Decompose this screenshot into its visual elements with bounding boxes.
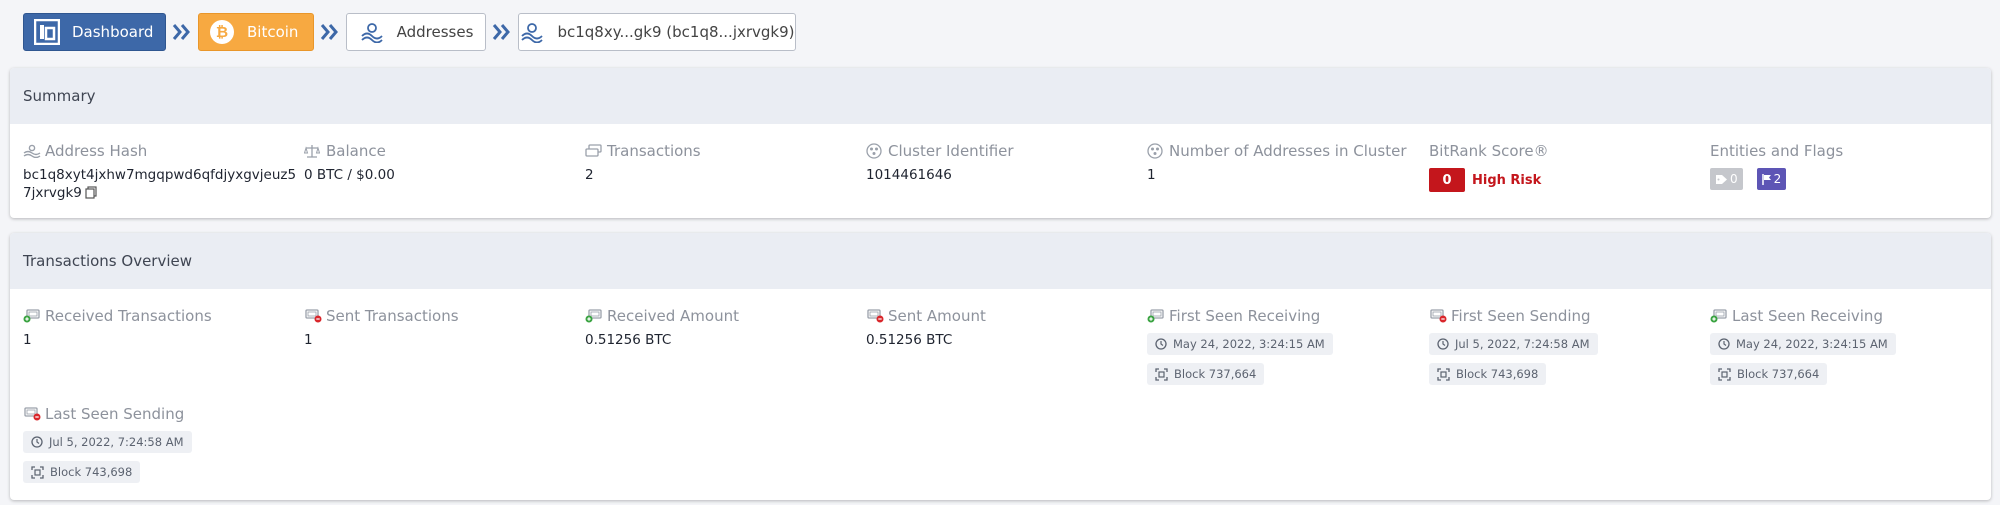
bitrank-score-badge[interactable]: 0	[1429, 168, 1465, 192]
date-pill[interactable]: May 24, 2022, 3:24:15 AM	[1710, 333, 1896, 355]
address-icon	[359, 19, 385, 45]
transactions-icon	[585, 143, 605, 159]
block-icon	[1155, 367, 1168, 381]
received-icon	[1710, 308, 1730, 324]
scale-icon	[304, 143, 324, 159]
bitrank-field: BitRank Score® 0 High Risk	[1429, 142, 1549, 192]
cluster-icon	[1147, 143, 1167, 159]
summary-card: Summary Address Hash bc1q8xyt4jxhw7mgqpw…	[10, 68, 1991, 218]
clock-icon	[31, 436, 43, 448]
clock-icon	[1155, 338, 1167, 350]
balance-value: 0 BTC / $0.00	[304, 167, 395, 183]
clock-icon	[1718, 338, 1730, 350]
chevron-double-right-icon	[170, 13, 194, 51]
flag-icon	[1761, 173, 1771, 185]
received-transactions-field: Received Transactions 1	[23, 307, 212, 348]
address-hash-value: bc1q8xyt4jxhw7mgqpwd6qfdjyxgvjeuz57jxrvg…	[23, 167, 297, 201]
block-pill[interactable]: Block 743,698	[1429, 363, 1547, 385]
balance-field: Balance 0 BTC / $0.00	[304, 142, 395, 183]
first-seen-receiving-field: First Seen Receiving May 24, 2022, 3:24:…	[1147, 307, 1333, 385]
chevron-double-right-icon	[490, 13, 514, 51]
block-icon	[1437, 367, 1450, 381]
overview-title: Transactions Overview	[10, 233, 1991, 289]
sent-icon	[304, 308, 324, 324]
sent-amount-value: 0.51256 BTC	[866, 332, 953, 348]
breadcrumb-addresses-label: Addresses	[396, 23, 474, 41]
svg-text:₿: ₿	[216, 23, 228, 41]
block-pill[interactable]: Block 737,664	[1710, 363, 1828, 385]
last-seen-sending-field: Last Seen Sending Jul 5, 2022, 7:24:58 A…	[23, 405, 192, 483]
breadcrumb-current-address[interactable]: bc1q8xy...gk9 (bc1q8...jxrvgk9)	[518, 13, 796, 51]
clock-icon	[1437, 338, 1449, 350]
first-seen-sending-field: First Seen Sending Jul 5, 2022, 7:24:58 …	[1429, 307, 1598, 385]
entities-badge[interactable]: 0	[1710, 168, 1743, 190]
breadcrumb-dashboard[interactable]: Dashboard	[23, 13, 166, 51]
addresses-in-cluster-value: 1	[1147, 167, 1156, 183]
date-pill[interactable]: Jul 5, 2022, 7:24:58 AM	[23, 431, 192, 453]
entities-flags-field: Entities and Flags 0 2	[1710, 142, 1843, 190]
sent-icon	[866, 308, 886, 324]
breadcrumb-current-label: bc1q8xy...gk9 (bc1q8...jxrvgk9)	[557, 23, 795, 41]
received-icon	[1147, 308, 1167, 324]
breadcrumb-addresses[interactable]: Addresses	[346, 13, 486, 51]
address-hash-field: Address Hash bc1q8xyt4jxhw7mgqpwd6qfdjyx…	[23, 142, 298, 204]
address-icon	[519, 19, 545, 45]
chevron-double-right-icon	[318, 13, 342, 51]
breadcrumb: Dashboard ₿ Bitcoin Addresses bc1q8xy...…	[23, 13, 796, 51]
received-amount-field: Received Amount 0.51256 BTC	[585, 307, 739, 348]
summary-title: Summary	[10, 68, 1991, 124]
breadcrumb-bitcoin-label: Bitcoin	[247, 23, 299, 41]
block-icon	[31, 465, 44, 479]
tag-icon	[1716, 174, 1727, 184]
addresses-in-cluster-field: Number of Addresses in Cluster 1	[1147, 142, 1407, 183]
copy-icon[interactable]	[85, 186, 97, 204]
flags-badge[interactable]: 2	[1756, 168, 1787, 190]
date-pill[interactable]: May 24, 2022, 3:24:15 AM	[1147, 333, 1333, 355]
cluster-icon	[866, 143, 886, 159]
block-pill[interactable]: Block 743,698	[23, 461, 141, 483]
sent-icon	[23, 406, 43, 422]
received-amount-value: 0.51256 BTC	[585, 332, 672, 348]
received-icon	[585, 308, 605, 324]
date-pill[interactable]: Jul 5, 2022, 7:24:58 AM	[1429, 333, 1598, 355]
received-icon	[23, 308, 43, 324]
transactions-overview-card: Transactions Overview Received Transacti…	[10, 233, 1991, 500]
cluster-identifier-field: Cluster Identifier 1014461646	[866, 142, 1014, 183]
bitcoin-icon: ₿	[209, 19, 235, 45]
transactions-value: 2	[585, 167, 594, 183]
received-transactions-value: 1	[23, 332, 32, 348]
cluster-identifier-value: 1014461646	[866, 167, 952, 183]
block-pill[interactable]: Block 737,664	[1147, 363, 1265, 385]
risk-label: High Risk	[1472, 172, 1542, 188]
block-icon	[1718, 367, 1731, 381]
address-icon	[23, 143, 43, 159]
sent-icon	[1429, 308, 1449, 324]
last-seen-receiving-field: Last Seen Receiving May 24, 2022, 3:24:1…	[1710, 307, 1896, 385]
transactions-field: Transactions 2	[585, 142, 701, 183]
sent-transactions-value: 1	[304, 332, 313, 348]
sent-transactions-field: Sent Transactions 1	[304, 307, 459, 348]
dashboard-logo-icon	[34, 19, 60, 45]
breadcrumb-dashboard-label: Dashboard	[72, 23, 154, 41]
sent-amount-field: Sent Amount 0.51256 BTC	[866, 307, 986, 348]
breadcrumb-bitcoin[interactable]: ₿ Bitcoin	[198, 13, 314, 51]
